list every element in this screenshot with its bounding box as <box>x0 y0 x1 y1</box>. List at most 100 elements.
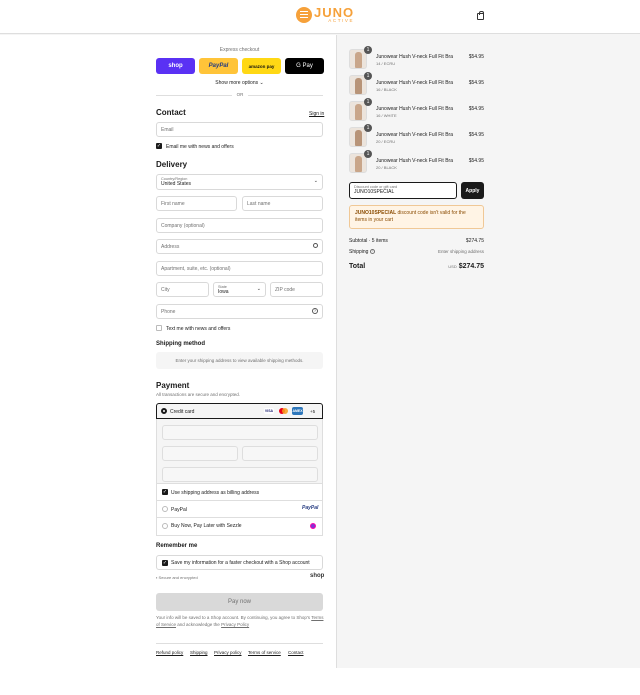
quantity-badge: 1 <box>364 124 372 132</box>
text-news-checkbox[interactable] <box>156 325 162 331</box>
email-news-label: Email me with news and offers <box>166 144 234 150</box>
product-name: Junowear Hush V-neck Full Fit Bra <box>376 80 453 86</box>
shipping-method-heading: Shipping method <box>156 341 205 347</box>
payment-subtitle: All transactions are secure and encrypte… <box>156 392 241 397</box>
footer-shipping-link[interactable]: Shipping <box>190 650 208 655</box>
footer-contact-link[interactable]: Contact <box>288 650 304 655</box>
credit-card-label: Credit card <box>170 409 195 415</box>
name-on-card-field[interactable] <box>162 467 318 482</box>
discount-value: JUNO10SPECIAL <box>354 189 395 195</box>
secure-label: Secure and encrypted <box>158 575 198 580</box>
country-value: United States <box>161 181 192 187</box>
paypal-radio[interactable] <box>162 506 168 512</box>
discount-error-banner: JUNO10SPECIAL discount code isn't valid … <box>349 205 484 229</box>
shipping-summary-label: Shipping <box>349 249 369 255</box>
shipping-method-info: Enter your shipping address to view avai… <box>156 352 323 369</box>
product-price: $54.95 <box>468 132 484 138</box>
express-checkout-title: Express checkout <box>219 47 260 53</box>
total-block: USD $274.75 <box>448 263 484 270</box>
sign-in-link[interactable]: Sign in <box>309 111 324 117</box>
paypal-logo-icon: PayPal <box>302 505 319 511</box>
visa-icon: VISA <box>264 408 274 414</box>
email-field[interactable]: Email <box>156 122 323 137</box>
address-placeholder: Address <box>161 243 180 250</box>
lock-icon: ▪ <box>156 575 158 580</box>
save-info-checkbox[interactable]: ✓ <box>162 560 168 566</box>
shipping-summary-value: Enter shipping address <box>437 249 484 254</box>
product-price: $54.95 <box>468 106 484 112</box>
footer-terms-link[interactable]: Terms of service <box>248 650 281 655</box>
address-field[interactable]: Address <box>156 239 323 254</box>
product-variant: 14 / ECRU <box>376 61 396 66</box>
apartment-field[interactable]: Apartment, suite, etc. (optional) <box>156 261 323 276</box>
footer-privacy-policy-link[interactable]: Privacy policy <box>214 650 242 655</box>
quantity-badge: 1 <box>364 72 372 80</box>
chevron-down-icon: ⌄ <box>313 178 318 184</box>
discount-code-field[interactable]: Discount code or gift card JUNO10SPECIAL <box>349 182 457 199</box>
payment-heading: Payment <box>156 381 190 390</box>
apply-discount-button[interactable]: Apply <box>461 182 484 199</box>
divider <box>156 500 323 501</box>
shopping-bag-icon[interactable] <box>477 11 484 20</box>
expiration-field[interactable] <box>162 446 238 461</box>
help-icon[interactable]: ? <box>312 308 318 314</box>
summary-bottom-area <box>336 668 640 695</box>
more-cards-count: +5 <box>310 409 316 414</box>
amex-icon: AMEX <box>292 407 303 415</box>
product-price: $54.95 <box>468 80 484 86</box>
security-code-field[interactable] <box>242 446 318 461</box>
state-value: Iowa <box>218 289 229 295</box>
zip-field[interactable]: ZIP code <box>270 282 323 297</box>
pay-now-button[interactable]: Pay now <box>156 593 323 611</box>
shop-logo: shop <box>310 573 325 579</box>
divider <box>156 517 323 518</box>
currency-label: USD <box>448 264 457 269</box>
phone-field[interactable]: Phone ? <box>156 304 323 319</box>
paypal-button[interactable]: PayPal <box>199 58 238 74</box>
help-icon[interactable]: ? <box>369 249 375 255</box>
product-variant: 20 / BLACK <box>376 165 397 170</box>
email-news-checkbox[interactable]: ✓ <box>156 143 162 149</box>
credit-card-radio[interactable] <box>161 408 167 414</box>
show-more-options-link[interactable]: Show more options ⌄ <box>156 80 323 86</box>
first-name-field[interactable]: First name <box>156 196 237 211</box>
juno-active-logo[interactable]: JUNO ACTIVE <box>296 6 354 24</box>
save-info-label: Save my information for a faster checkou… <box>171 560 310 566</box>
product-variant: 20 / ECRU <box>376 139 396 144</box>
product-name: Junowear Hush V-neck Full Fit Bra <box>376 132 453 138</box>
quantity-badge: 1 <box>364 150 372 158</box>
chevron-down-icon: ⌄ <box>259 80 264 86</box>
phone-placeholder: Phone <box>161 308 176 315</box>
company-field[interactable]: Company (optional) <box>156 218 323 233</box>
shop-pay-button[interactable]: shop <box>156 58 195 74</box>
remember-me-heading: Remember me <box>156 543 198 549</box>
subtotal-value: $274.75 <box>465 238 484 244</box>
show-more-label: Show more options <box>215 80 259 86</box>
total-value: $274.75 <box>458 263 484 270</box>
search-icon <box>313 243 318 248</box>
last-name-field[interactable]: Last name <box>242 196 323 211</box>
paypal-label: PayPal <box>171 507 187 513</box>
quantity-badge: 1 <box>364 98 372 106</box>
contact-heading: Contact <box>156 108 186 117</box>
state-select[interactable]: State Iowa ⌄ <box>213 282 266 297</box>
card-number-field[interactable] <box>162 425 318 440</box>
discount-error-code: JUNO10SPECIAL <box>355 210 397 216</box>
product-name: Junowear Hush V-neck Full Fit Bra <box>376 106 453 112</box>
chevron-down-icon: ⌄ <box>256 286 261 292</box>
subtotal-label: Subtotal · 5 items <box>349 238 388 244</box>
product-name: Junowear Hush V-neck Full Fit Bra <box>376 158 453 164</box>
privacy-policy-link[interactable]: Privacy Policy <box>221 622 249 627</box>
city-field[interactable]: City <box>156 282 209 297</box>
quantity-badge: 1 <box>364 46 372 54</box>
footer-refund-policy-link[interactable]: Refund policy <box>156 650 183 655</box>
logo-icon <box>296 6 312 23</box>
country-select[interactable]: Country/Region United States ⌄ <box>156 174 323 190</box>
product-variant: 16 / WHITE <box>376 113 397 118</box>
google-pay-button[interactable]: G Pay <box>285 58 324 74</box>
sezzle-radio[interactable] <box>162 523 168 529</box>
secure-note: ▪ Secure and encrypted <box>156 575 198 580</box>
product-variant: 16 / BLACK <box>376 87 397 92</box>
order-summary-panel <box>336 35 640 668</box>
amazon-pay-button[interactable]: amazon pay <box>242 58 281 74</box>
